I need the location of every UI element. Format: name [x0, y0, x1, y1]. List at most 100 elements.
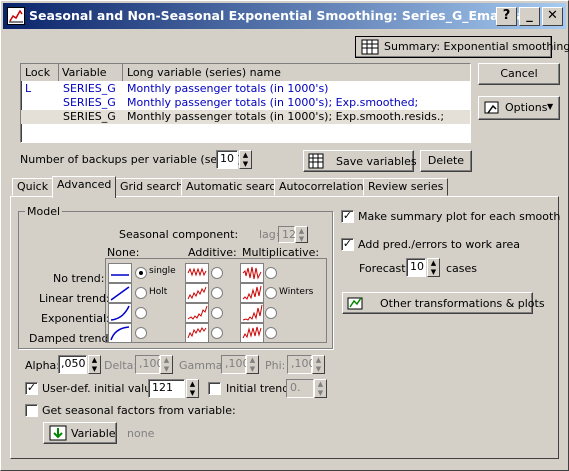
summary-button[interactable]: Summary: Exponential smoothing [355, 36, 569, 61]
row-variable: SERIES_G [63, 96, 116, 109]
other-transformations-label: Other transformations & plots [380, 297, 545, 310]
table-icon [361, 39, 379, 61]
variable-icon [49, 425, 67, 447]
radio-additive-linear[interactable] [211, 287, 223, 299]
variable-button[interactable]: Variable [43, 422, 117, 444]
userdef-spinner[interactable]: ▲ ▼ [186, 379, 199, 398]
tab-quick[interactable]: Quick [12, 178, 54, 196]
seasonal-factors-checkbox[interactable] [25, 404, 38, 417]
radio-winters[interactable] [265, 287, 277, 299]
row-name: Monthly passenger totals (in 1000's) [127, 82, 329, 95]
phi-spinner[interactable]: ▲ ▼ [312, 355, 325, 374]
delta-label: Delta: [104, 359, 138, 372]
options-icon [484, 100, 500, 122]
row-name: Monthly passenger totals (in 1000's); Ex… [127, 110, 445, 123]
transform-icon [347, 295, 365, 317]
tab-automatic-search[interactable]: Automatic search [181, 178, 288, 196]
multiplicative-exponential-icon [240, 303, 264, 323]
help-button[interactable]: ? [496, 7, 517, 26]
winters-label: Winters [279, 287, 314, 297]
backups-input[interactable]: 10 [216, 150, 238, 169]
other-transformations-button[interactable]: Other transformations & plots [342, 292, 545, 317]
row-variable: SERIES_G [63, 110, 116, 123]
delta-spinner[interactable]: ▲ ▼ [160, 355, 173, 374]
radio-additive-no-trend[interactable] [211, 267, 223, 279]
none-no-trend-icon [108, 263, 132, 283]
none-exponential-icon [108, 303, 132, 323]
backups-spinner[interactable]: ▲ ▼ [239, 150, 252, 169]
forecast-label: Forecast [359, 262, 406, 275]
radio-additive-exponential[interactable] [211, 307, 223, 319]
radio-single[interactable] [135, 267, 147, 279]
table-row[interactable]: L SERIES_G Monthly passenger totals (in … [21, 82, 470, 96]
row-label-linear-trend: Linear trend: [39, 292, 110, 305]
variable-list[interactable]: Lock Variable Long variable (series) nam… [20, 63, 471, 143]
summary-plot-label: Make summary plot for each smooth [358, 210, 561, 223]
dialog-window: Seasonal and Non-Seasonal Exponential Sm… [0, 0, 569, 471]
gamma-spinner[interactable]: ▲ ▼ [246, 355, 259, 374]
multiplicative-no-trend-icon [240, 263, 264, 283]
table-row[interactable]: SERIES_G Monthly passenger totals (in 10… [21, 110, 470, 124]
none-linear-trend-icon [108, 283, 132, 303]
options-button[interactable]: Options ▼ [478, 96, 560, 120]
alpha-label: Alpha: [25, 359, 60, 372]
radio-none-damped[interactable] [135, 327, 147, 339]
radio-none-exponential[interactable] [135, 307, 147, 319]
multiplicative-damped-trend-icon [240, 323, 264, 343]
radio-additive-damped[interactable] [211, 327, 223, 339]
lag-input[interactable]: 12 [278, 226, 296, 243]
initial-trend-spinner[interactable]: ▲ ▼ [314, 379, 327, 398]
header-name[interactable]: Long variable (series) name [123, 64, 470, 81]
options-label: Options [505, 101, 548, 114]
header-variable[interactable]: Variable [59, 64, 123, 81]
alpha-input[interactable]: ,050 [58, 355, 87, 374]
phi-input[interactable]: ,100 [287, 355, 316, 374]
multiplicative-linear-trend-icon [240, 283, 264, 303]
initial-trend-checkbox[interactable] [208, 382, 221, 395]
alpha-spinner[interactable]: ▲ ▼ [88, 355, 101, 374]
radio-multiplicative-exponential[interactable] [265, 307, 277, 319]
radio-multiplicative-damped[interactable] [265, 327, 277, 339]
summary-plot-checkbox[interactable]: ✓ [341, 210, 354, 223]
lag-spinner[interactable]: ▲ ▼ [295, 226, 308, 243]
title-bar: Seasonal and Non-Seasonal Exponential Sm… [3, 3, 566, 29]
additive-damped-trend-icon [185, 323, 209, 343]
tab-autocorrelations[interactable]: Autocorrelations [274, 178, 375, 196]
phi-label: Phi: [265, 359, 286, 372]
initial-trend-input[interactable]: 0. [286, 379, 314, 398]
delta-input[interactable]: ,100 [135, 355, 164, 374]
gamma-label: Gamma: [179, 359, 227, 372]
radio-holt[interactable] [135, 287, 147, 299]
save-variables-button[interactable]: Save variables [303, 150, 417, 172]
gamma-input[interactable]: ,100 [221, 355, 250, 374]
holt-label: Holt [149, 287, 168, 297]
tab-review-series[interactable]: Review series [363, 178, 449, 196]
add-pred-label: Add pred./errors to work area [358, 238, 521, 251]
model-group-label: Model [25, 205, 63, 218]
variable-none-label: none [127, 427, 155, 440]
single-label: single [149, 266, 176, 276]
save-variables-label: Save variables [336, 155, 417, 168]
add-pred-checkbox[interactable]: ✓ [341, 238, 354, 251]
tab-advanced[interactable]: Advanced [52, 176, 117, 198]
row-name: Monthly passenger totals (in 1000's); Ex… [127, 96, 419, 109]
row-label-damped-trend: Damped trend: [29, 332, 113, 345]
table-row[interactable]: SERIES_G Monthly passenger totals (in 10… [21, 96, 470, 110]
app-icon [7, 7, 25, 25]
row-variable: SERIES_G [63, 82, 116, 95]
forecast-spinner[interactable]: ▲ ▼ [427, 258, 440, 277]
forecast-input[interactable]: 10 [406, 258, 426, 277]
userdef-checkbox[interactable]: ✓ [25, 382, 38, 395]
userdef-input[interactable]: 121 [148, 379, 185, 398]
cancel-button[interactable]: Cancel [478, 63, 560, 85]
tab-grid-search[interactable]: Grid search [115, 178, 189, 196]
delete-button[interactable]: Delete [420, 150, 472, 172]
radio-multiplicative-no-trend[interactable] [265, 267, 277, 279]
additive-no-trend-icon [185, 263, 209, 283]
minimize-button[interactable]: _ [519, 7, 540, 26]
header-lock[interactable]: Lock [21, 64, 59, 81]
row-lock: L [25, 82, 32, 95]
dropdown-arrow-icon: ▼ [547, 102, 554, 111]
close-button[interactable]: ✕ [542, 7, 563, 26]
cases-label: cases [446, 262, 478, 275]
